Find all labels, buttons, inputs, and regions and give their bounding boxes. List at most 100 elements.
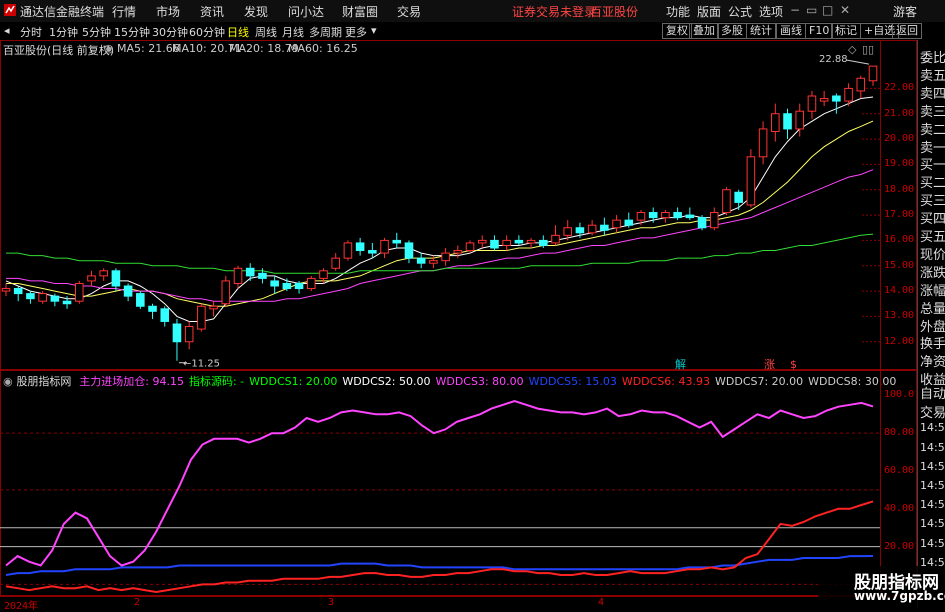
left-arrow-icon[interactable]: ◂ <box>4 24 10 37</box>
event-marker[interactable]: 解 <box>675 357 686 370</box>
period-1min[interactable]: 1分钟 <box>49 24 78 40</box>
period-30min[interactable]: 30分钟 <box>152 24 188 40</box>
candle[interactable] <box>26 291 35 304</box>
side-item[interactable]: 14:56 <box>920 460 945 473</box>
menu-hangqing[interactable]: 行情 <box>112 3 136 20</box>
side-item[interactable]: 委比 <box>920 47 945 66</box>
candle[interactable] <box>746 149 756 208</box>
candle[interactable] <box>807 90 817 119</box>
candle[interactable] <box>526 237 536 248</box>
candle[interactable] <box>832 93 841 114</box>
close-icon[interactable]: ✕ <box>840 3 850 17</box>
candle[interactable] <box>490 235 499 251</box>
candle[interactable] <box>477 235 487 248</box>
candle[interactable] <box>209 301 218 317</box>
minimize-icon[interactable]: − <box>790 3 800 17</box>
side-item[interactable]: 涨幅 <box>920 280 945 299</box>
menu-gongshi[interactable]: 公式 <box>728 3 752 20</box>
candle[interactable] <box>722 187 731 216</box>
menu-shichang[interactable]: 市场 <box>156 3 180 20</box>
candle[interactable] <box>758 121 768 165</box>
candle[interactable] <box>514 235 524 246</box>
candle[interactable] <box>783 108 792 140</box>
candle[interactable] <box>819 90 829 107</box>
side-item[interactable]: 14:56 <box>920 537 945 550</box>
candle[interactable] <box>221 275 231 307</box>
period-5min[interactable]: 5分钟 <box>82 24 111 40</box>
side-item[interactable]: 14:56 <box>920 441 945 454</box>
candle[interactable] <box>99 268 108 281</box>
period-weekly[interactable]: 周线 <box>255 24 277 40</box>
candle[interactable] <box>270 275 279 294</box>
period-multi[interactable]: 多周期 <box>309 24 342 40</box>
candle[interactable] <box>343 240 353 261</box>
back-button[interactable]: 返回 <box>892 23 922 39</box>
candle[interactable] <box>355 237 365 256</box>
duogu-button[interactable]: 多股 <box>717 23 747 39</box>
menu-jiaoyi[interactable]: 交易 <box>397 3 421 20</box>
candlestick-chart[interactable]: 22.88 ←11.25 解 涨 $ <box>0 40 880 370</box>
candle[interactable] <box>673 207 682 221</box>
candle[interactable] <box>771 103 780 142</box>
candle[interactable] <box>1 283 11 297</box>
candle[interactable] <box>661 210 670 223</box>
candle[interactable] <box>441 248 450 266</box>
side-item[interactable]: 卖一 <box>920 137 945 156</box>
side-item[interactable]: 交易 <box>920 402 945 421</box>
menu-faxian[interactable]: 发现 <box>244 3 268 20</box>
side-item[interactable]: 卖三 <box>920 101 945 120</box>
side-item[interactable]: 买四 <box>920 208 945 227</box>
candle[interactable] <box>74 280 84 304</box>
period-daily[interactable]: 日线 <box>227 24 249 40</box>
side-item[interactable]: 14:56 <box>920 421 945 434</box>
candle[interactable] <box>685 207 695 221</box>
candle[interactable] <box>453 245 463 259</box>
period-monthly[interactable]: 月线 <box>282 24 304 40</box>
menu-caifuquan[interactable]: 财富圈 <box>342 3 378 20</box>
candle[interactable] <box>123 283 133 302</box>
candle[interactable] <box>148 303 157 319</box>
candle[interactable] <box>111 268 121 292</box>
indicator-chart[interactable] <box>0 370 880 596</box>
event-marker[interactable]: $ <box>790 358 797 370</box>
maximize-icon[interactable]: □ <box>822 3 833 17</box>
candle[interactable] <box>697 215 707 231</box>
candle[interactable] <box>331 253 340 271</box>
side-item[interactable]: 涨跌 <box>920 262 945 281</box>
candle[interactable] <box>233 265 243 289</box>
guest-label[interactable]: 游客 <box>893 3 917 20</box>
candle[interactable] <box>502 235 511 251</box>
period-15min[interactable]: 15分钟 <box>114 24 150 40</box>
candle[interactable] <box>380 237 389 259</box>
candle[interactable] <box>734 189 743 210</box>
candle[interactable] <box>612 215 621 233</box>
candle[interactable] <box>13 286 23 302</box>
period-60min[interactable]: 60分钟 <box>189 24 225 40</box>
side-item[interactable]: 卖四 <box>920 83 945 102</box>
biaoji-button[interactable]: 标记 <box>831 23 861 39</box>
candle[interactable] <box>587 220 597 236</box>
period-fenshi[interactable]: 分时 <box>20 24 42 40</box>
candle[interactable] <box>709 207 719 231</box>
candle[interactable] <box>856 75 866 99</box>
period-more[interactable]: 更多 <box>345 24 367 40</box>
dropdown-icon[interactable]: ▾ <box>371 24 377 37</box>
candle[interactable] <box>172 318 182 361</box>
side-item[interactable]: 卖五 <box>920 65 945 84</box>
f10-button[interactable]: F10 <box>805 23 834 39</box>
candle[interactable] <box>416 253 426 269</box>
menu-gongneng[interactable]: 功能 <box>666 3 690 20</box>
tongji-button[interactable]: 统计 <box>746 23 776 39</box>
candle[interactable] <box>392 232 402 248</box>
candle[interactable] <box>624 212 634 228</box>
diejia-button[interactable]: 叠加 <box>689 23 719 39</box>
fuquan-button[interactable]: 复权 <box>662 23 692 39</box>
login-alert[interactable]: 证券交易未登录 <box>512 3 596 20</box>
side-item[interactable]: 卖二 <box>920 119 945 138</box>
candle[interactable] <box>160 306 170 327</box>
candle[interactable] <box>600 217 609 236</box>
huaxian-button[interactable]: 画线 <box>776 23 806 39</box>
side-item[interactable]: 现价 <box>920 244 945 263</box>
side-item[interactable]: 自动 <box>920 383 945 402</box>
side-item[interactable]: 14:56 <box>920 517 945 530</box>
